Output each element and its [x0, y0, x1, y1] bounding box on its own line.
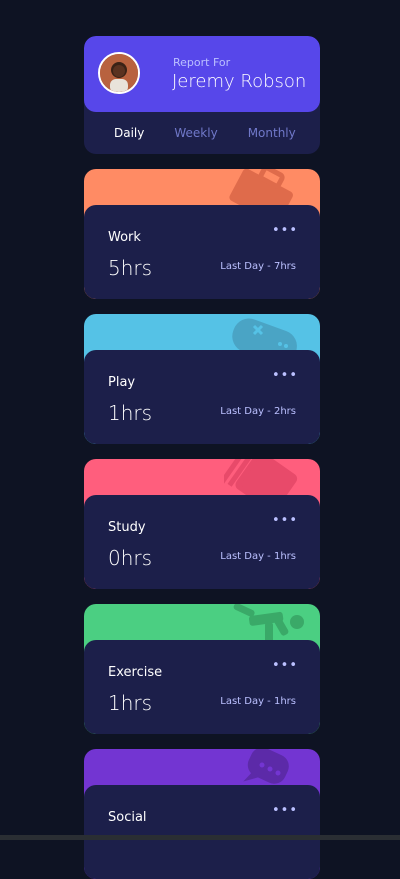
activity-title: Work: [108, 230, 141, 245]
avatar: [98, 52, 140, 94]
activity-card-social: Social •••: [84, 749, 320, 879]
profile-header: Report For Jeremy Robson: [84, 36, 320, 112]
activity-card-body: Social •••: [84, 785, 320, 879]
more-options-icon[interactable]: •••: [272, 804, 298, 817]
more-options-icon[interactable]: •••: [272, 224, 298, 237]
more-options-icon[interactable]: •••: [272, 514, 298, 527]
more-options-icon[interactable]: •••: [272, 369, 298, 382]
activity-card-study: Study ••• 0hrs Last Day - 1hrs: [84, 459, 320, 589]
activity-title: Play: [108, 375, 136, 390]
timeframe-tabs: Daily Weekly Monthly: [84, 112, 320, 154]
activity-title: Social: [108, 810, 147, 825]
activity-card-body: Work ••• 5hrs Last Day - 7hrs: [84, 205, 320, 299]
previous-hours: Last Day - 2hrs: [220, 406, 296, 417]
previous-hours: Last Day - 1hrs: [220, 696, 296, 707]
activity-card-work: Work ••• 5hrs Last Day - 7hrs: [84, 169, 320, 299]
activity-card-play: Play ••• 1hrs Last Day - 2hrs: [84, 314, 320, 444]
profile-card: Report For Jeremy Robson Daily Weekly Mo…: [84, 36, 320, 154]
activity-title: Study: [108, 520, 146, 535]
tab-monthly[interactable]: Monthly: [248, 126, 296, 140]
activity-card-body: Study ••• 0hrs Last Day - 1hrs: [84, 495, 320, 589]
current-hours: 0hrs: [108, 546, 153, 570]
tab-daily[interactable]: Daily: [114, 126, 144, 140]
current-hours: 5hrs: [108, 256, 153, 280]
activity-title: Exercise: [108, 665, 163, 680]
current-hours: 1hrs: [108, 401, 153, 425]
report-for-label: Report For: [173, 56, 231, 69]
previous-hours: Last Day - 7hrs: [220, 261, 296, 272]
activity-card-body: Play ••• 1hrs Last Day - 2hrs: [84, 350, 320, 444]
activity-card-body: Exercise ••• 1hrs Last Day - 1hrs: [84, 640, 320, 734]
user-name: Jeremy Robson: [172, 71, 307, 92]
current-hours: 1hrs: [108, 691, 153, 715]
dashboard: Report For Jeremy Robson Daily Weekly Mo…: [84, 36, 320, 879]
previous-hours: Last Day - 1hrs: [220, 551, 296, 562]
activity-card-exercise: Exercise ••• 1hrs Last Day - 1hrs: [84, 604, 320, 734]
more-options-icon[interactable]: •••: [272, 659, 298, 672]
horizontal-scrollbar[interactable]: [0, 835, 400, 840]
tab-weekly[interactable]: Weekly: [174, 126, 217, 140]
